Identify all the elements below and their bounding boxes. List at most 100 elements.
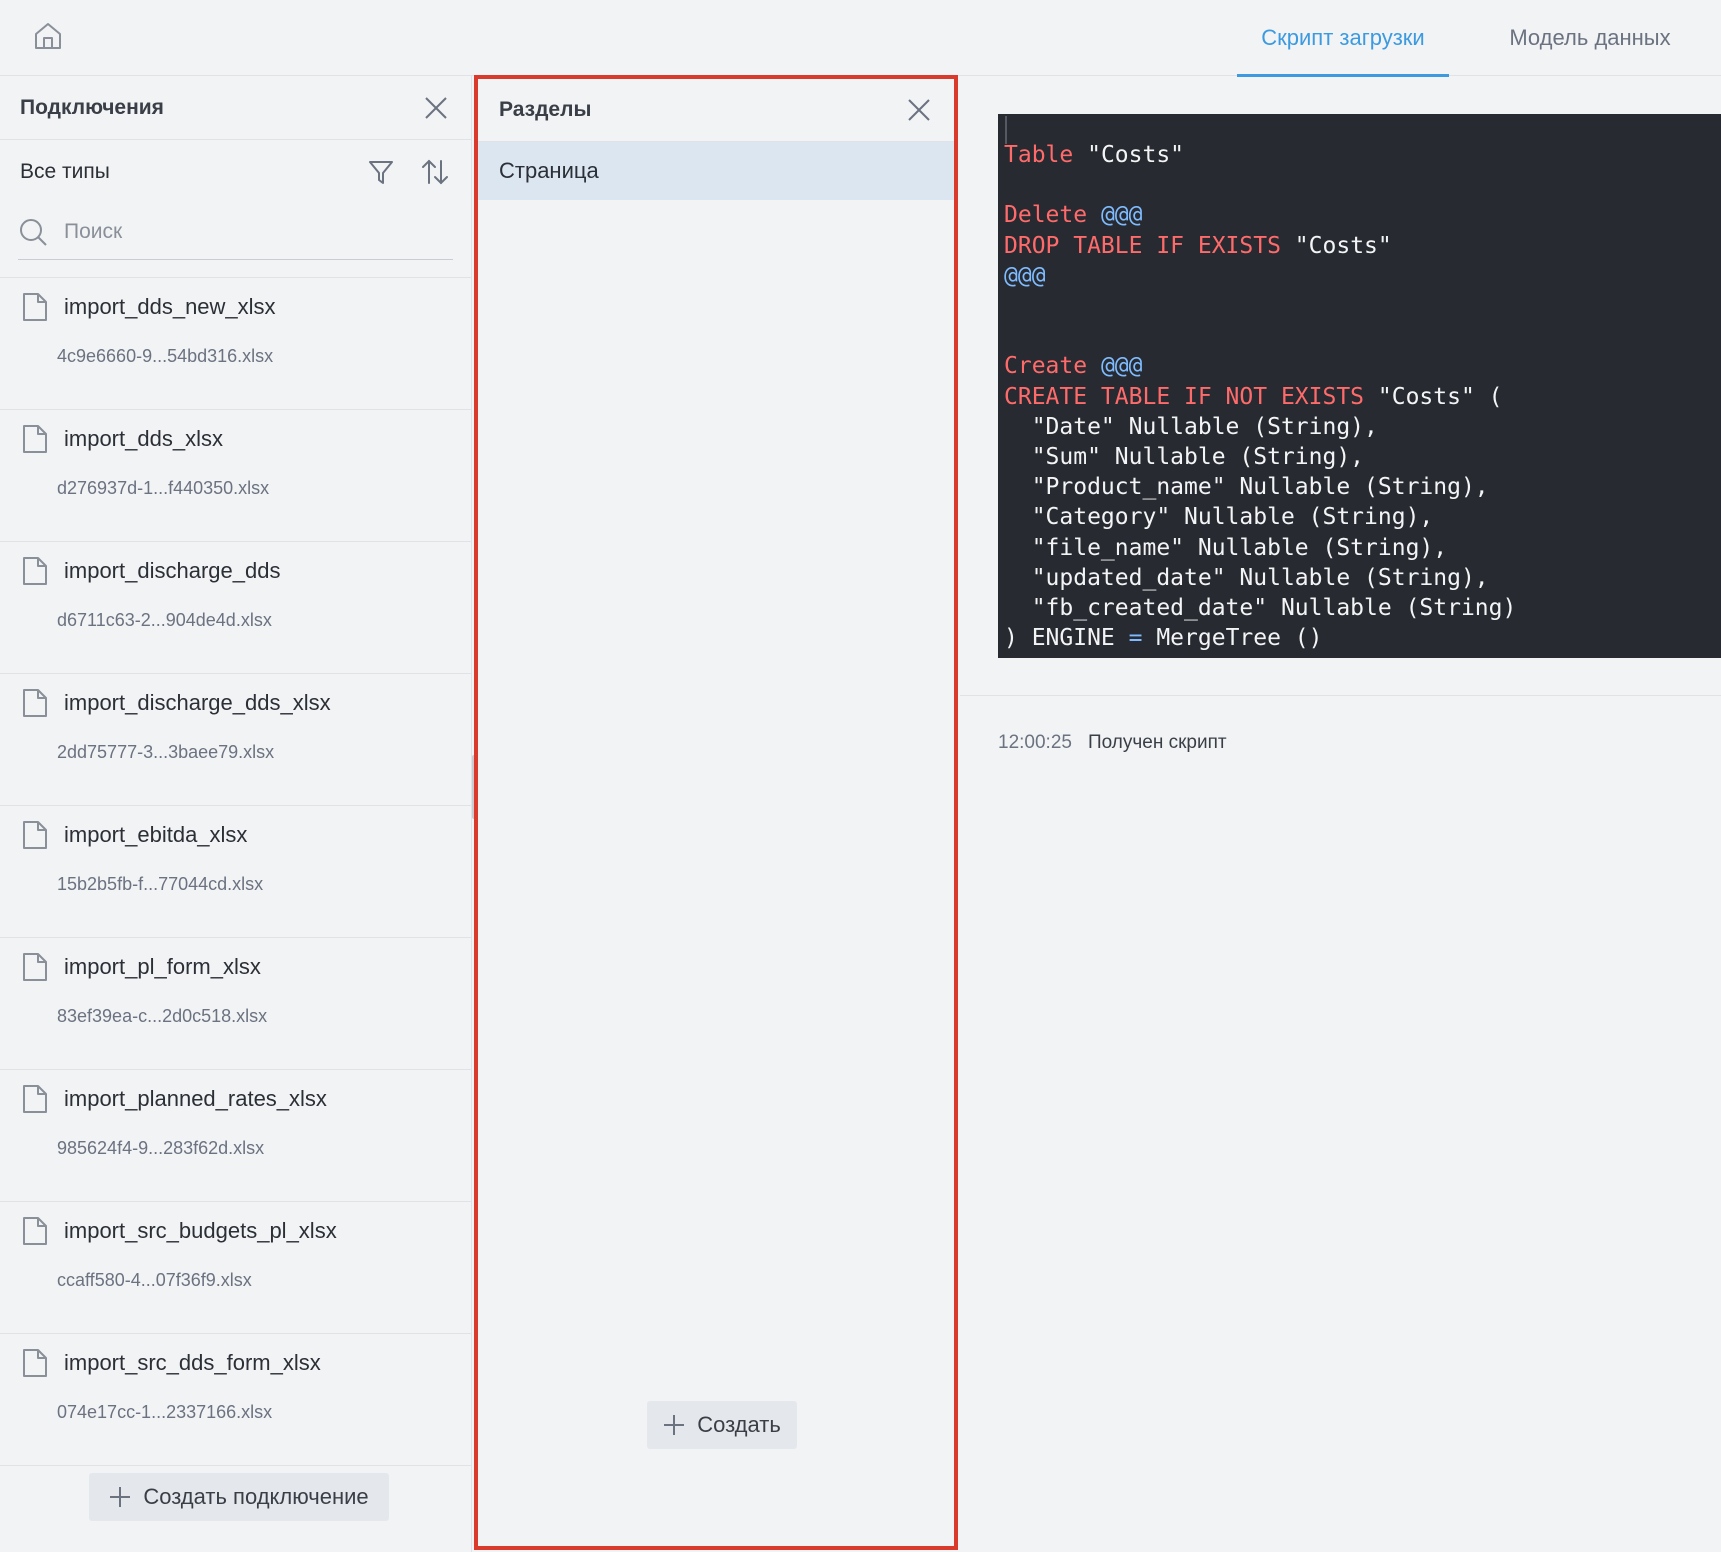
connection-item[interactable]: import_dds_new_xlsx 4c9e6660-9...54bd316.… xyxy=(0,278,471,410)
code-line: CREATE TABLE IF NOT EXISTS "Costs" ( xyxy=(1004,382,1721,412)
code-token: ) ENGINE xyxy=(1004,625,1129,652)
editor-cursor xyxy=(1005,116,1007,144)
code-line: "fb_created_date" Nullable (String) xyxy=(1004,593,1721,623)
code-token: "Product_name" Nullable (String), xyxy=(1004,474,1489,501)
code-line: "Sum" Nullable (String), xyxy=(1004,442,1721,472)
file-icon xyxy=(23,293,47,321)
file-icon xyxy=(23,557,47,585)
code-token: Delete xyxy=(1004,202,1088,229)
close-icon xyxy=(908,99,930,121)
home-icon xyxy=(35,23,61,49)
filter-icon xyxy=(369,161,393,184)
code-line: "Category" Nullable (String), xyxy=(1004,502,1721,532)
sections-header: Разделы xyxy=(478,79,954,142)
sections-title: Разделы xyxy=(499,98,592,121)
connections-panel: Подключения Все типы Поиск import_dds_ne… xyxy=(0,76,472,1552)
plus-icon xyxy=(664,1415,685,1435)
code-token: MergeTree () xyxy=(1142,625,1323,652)
code-token: "file_name" Nullable (String), xyxy=(1004,534,1448,561)
connection-file: ccaff580-4...07f36f9.xlsx xyxy=(57,1270,252,1290)
code-line: DROP TABLE IF EXISTS "Costs" xyxy=(1004,231,1721,261)
create-connection-label: Создать подключение xyxy=(143,1484,369,1509)
search-input[interactable] xyxy=(62,218,422,245)
code-line: ) ENGINE = MergeTree () xyxy=(1004,623,1721,653)
close-connections-button[interactable] xyxy=(421,93,451,123)
code-token: @@@ xyxy=(1004,262,1046,289)
connections-header: Подключения xyxy=(0,76,471,140)
file-icon xyxy=(23,1217,47,1245)
connection-item[interactable]: import_src_dds_form_xlsx 074e17cc-1...233… xyxy=(0,1334,471,1466)
code-line: Delete @@@ xyxy=(1004,200,1721,230)
sections-panel: Разделы Страница Создать xyxy=(474,75,958,1550)
section-item-page[interactable]: Страница xyxy=(478,142,954,200)
file-icon xyxy=(23,689,47,717)
code-token: "Costs" xyxy=(1280,232,1392,259)
connection-name: import_dds_new_xlsx xyxy=(64,294,276,319)
code-token: Table xyxy=(1004,142,1074,168)
tab-load-script[interactable]: Скрипт загрузки xyxy=(1237,0,1449,77)
top-bar: Скрипт загрузки Модель данных xyxy=(0,0,1721,77)
script-editor[interactable]: Table "Costs" Delete @@@ DROP TABLE IF EX… xyxy=(998,114,1721,658)
plus-icon xyxy=(110,1487,131,1507)
log-time: 12:00:25 xyxy=(998,732,1072,753)
connection-file: 985624f4-9...283f62d.xlsx xyxy=(57,1138,265,1158)
connection-file: 2dd75777-3...3baee79.xlsx xyxy=(57,742,275,762)
connection-item[interactable]: import_discharge_dds d6711c63-2...904de4d… xyxy=(0,542,471,674)
code-token: @@@ xyxy=(1100,202,1143,229)
search-icon xyxy=(20,218,47,246)
code-token: "Costs" xyxy=(1073,142,1185,168)
code-line: Table "Costs" xyxy=(1004,140,1721,170)
sort-button[interactable] xyxy=(419,156,451,188)
create-section-label: Создать xyxy=(697,1412,781,1437)
tab-data-model[interactable]: Модель данных xyxy=(1479,0,1701,76)
connection-item[interactable]: import_ebitda_xlsx 15b2b5fb-f...77044cd.x… xyxy=(0,806,471,938)
connection-item[interactable]: import_pl_form_xlsx 83ef39ea-c...2d0c518.… xyxy=(0,938,471,1070)
close-icon xyxy=(425,96,447,119)
code-token: "Date" Nullable (String), xyxy=(1004,413,1378,440)
connection-item[interactable]: import_src_budgets_pl_xlsx ccaff580-4...0… xyxy=(0,1202,471,1334)
connection-file: d6711c63-2...904de4d.xlsx xyxy=(57,610,272,630)
connection-name: import_src_dds_form_xlsx xyxy=(64,1350,321,1375)
type-filter-dropdown[interactable]: Все типы xyxy=(20,160,110,184)
connection-file: 15b2b5fb-f...77044cd.xlsx xyxy=(57,874,264,894)
code-token: "Category" Nullable (String), xyxy=(1004,504,1434,531)
code-line: "updated_date" Nullable (String), xyxy=(1004,563,1721,593)
file-icon xyxy=(23,1085,47,1113)
code-token: "Costs" ( xyxy=(1364,383,1503,410)
connection-file: 83ef39ea-c...2d0c518.xlsx xyxy=(57,1006,268,1026)
connection-file: d276937d-1...f440350.xlsx xyxy=(57,478,270,498)
connection-name: import_ebitda_xlsx xyxy=(64,822,248,847)
file-icon xyxy=(23,1349,47,1377)
code-token: "Sum" Nullable (String), xyxy=(1004,444,1365,471)
connection-name: import_discharge_dds_xlsx xyxy=(64,690,331,715)
code-token: Create xyxy=(1004,353,1088,380)
code-token: "updated_date" Nullable (String), xyxy=(1004,564,1489,591)
connection-item[interactable]: import_dds_xlsx d276937d-1...f440350.xlsx xyxy=(0,410,471,542)
connection-item[interactable]: import_discharge_dds_xlsx 2dd75777-3...3b… xyxy=(0,674,471,806)
code-line: Create @@@ xyxy=(1004,351,1721,381)
create-section-button[interactable]: Создать xyxy=(647,1401,797,1449)
code-token: "fb_created_date" Nullable (String) xyxy=(1004,595,1517,622)
connection-name: import_planned_rates_xlsx xyxy=(64,1086,327,1111)
create-connection-button[interactable]: Создать подключение xyxy=(89,1473,389,1521)
script-code: Table "Costs" Delete @@@ DROP TABLE IF EX… xyxy=(998,114,1721,653)
main-tabs: Скрипт загрузки Модель данных xyxy=(1237,0,1721,77)
file-icon xyxy=(23,821,47,849)
code-token: = xyxy=(1128,625,1143,652)
connection-file: 4c9e6660-9...54bd316.xlsx xyxy=(57,346,274,366)
log-message: Получен скрипт xyxy=(1087,732,1227,753)
home-button[interactable] xyxy=(30,18,66,54)
search-box xyxy=(18,204,453,260)
filter-button[interactable] xyxy=(365,156,397,188)
connection-item[interactable]: import_planned_rates_xlsx 985624f4-9...28… xyxy=(0,1070,471,1202)
filter-actions xyxy=(365,156,451,188)
file-icon xyxy=(23,425,47,453)
connection-name: import_pl_form_xlsx xyxy=(64,954,261,979)
sort-icon xyxy=(422,159,448,185)
close-sections-button[interactable] xyxy=(904,95,934,125)
